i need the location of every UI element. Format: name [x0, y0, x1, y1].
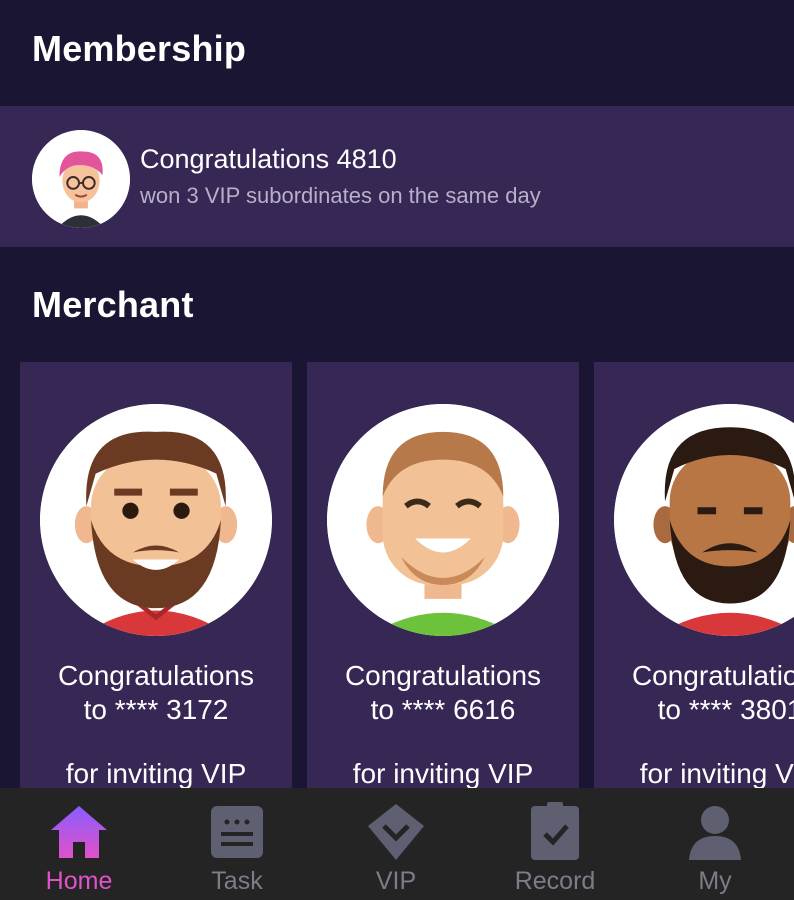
banner-subtitle: won 3 VIP subordinates on the same day: [140, 183, 541, 208]
card-detail-text: for inviting VIP: [65, 758, 247, 788]
card-congrats-text: Congratulations: [631, 660, 794, 691]
bottom-nav: Home Task VIP Record My: [0, 788, 794, 900]
nav-home[interactable]: Home: [0, 788, 158, 900]
nav-label: Task: [211, 867, 263, 895]
nav-my[interactable]: My: [636, 788, 794, 900]
dark-bearded-man-avatar-icon: [614, 404, 794, 636]
nav-label: Record: [514, 867, 596, 895]
user-icon: [689, 806, 741, 860]
card-user-text: to **** 3172: [83, 694, 229, 725]
merchant-title: Merchant: [32, 284, 194, 325]
card-detail-text: for inviting VIP: [352, 758, 534, 788]
home-icon: [51, 806, 107, 858]
merchant-card[interactable]: Congratulations to **** 3801 for invitin…: [594, 362, 794, 788]
card-congrats-text: Congratulations: [344, 660, 542, 691]
task-icon: [211, 806, 263, 858]
card-user-text: to **** 6616: [370, 694, 516, 725]
record-icon: [531, 802, 579, 860]
card-detail-text: for inviting VIP: [639, 758, 794, 788]
banner-title: Congratulations 4810: [140, 144, 397, 174]
nav-vip[interactable]: VIP: [317, 788, 475, 900]
nav-label: My: [698, 867, 732, 895]
vip-diamond-icon: [368, 804, 424, 860]
membership-banner[interactable]: Congratulations 4810 won 3 VIP subordina…: [0, 106, 794, 247]
card-congrats-text: Congratulations: [57, 660, 255, 691]
nav-label: Home: [45, 867, 113, 895]
nav-record[interactable]: Record: [476, 788, 634, 900]
nav-task[interactable]: Task: [158, 788, 316, 900]
bearded-man-avatar-icon: [40, 404, 272, 636]
nav-label: VIP: [375, 867, 417, 895]
card-user-text: to **** 3801: [657, 694, 794, 725]
membership-title: Membership: [32, 28, 247, 69]
merchant-carousel[interactable]: Congratulations to **** 3172 for invitin…: [0, 362, 794, 788]
woman-avatar-icon: [32, 130, 130, 228]
merchant-card[interactable]: Congratulations to **** 6616 for invitin…: [307, 362, 579, 788]
merchant-card[interactable]: Congratulations to **** 3172 for invitin…: [20, 362, 292, 788]
smiling-man-avatar-icon: [327, 404, 559, 636]
